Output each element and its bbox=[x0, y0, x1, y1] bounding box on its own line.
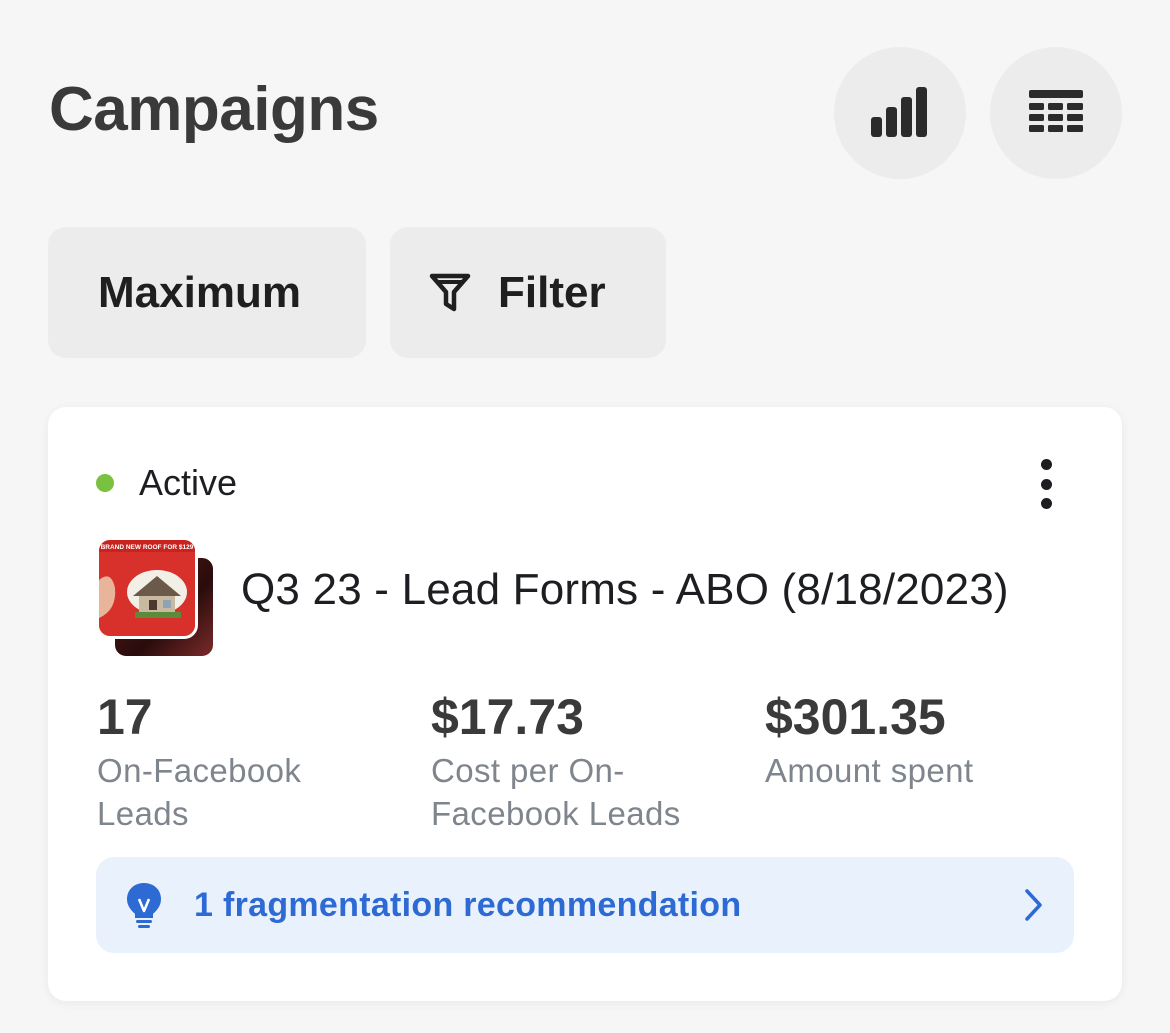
recommendation-text: 1 fragmentation recommendation bbox=[194, 885, 742, 924]
campaign-name[interactable]: Q3 23 - Lead Forms - ABO (8/18/2023) bbox=[241, 565, 1009, 615]
status-row: Active bbox=[96, 462, 237, 504]
recommendation-banner[interactable]: 1 fragmentation recommendation bbox=[96, 857, 1074, 953]
page-title: Campaigns bbox=[49, 75, 379, 144]
metric-leads: 17 On-Facebook Leads bbox=[97, 687, 387, 835]
date-range-label: Maximum bbox=[98, 267, 301, 317]
metric-value: $301.35 bbox=[765, 689, 946, 745]
table-grid-icon bbox=[1029, 90, 1083, 132]
metric-label: On-Facebook Leads bbox=[97, 752, 302, 832]
lightbulb-icon bbox=[124, 881, 164, 929]
bar-chart-icon bbox=[871, 87, 927, 137]
metric-label: Cost per On-Facebook Leads bbox=[431, 752, 681, 832]
charts-view-button[interactable] bbox=[834, 47, 966, 179]
thumbnail-front-image: BRAND NEW ROOF FOR $129 bbox=[96, 537, 198, 639]
status-indicator-dot bbox=[96, 474, 114, 492]
more-options-button[interactable] bbox=[1026, 459, 1066, 509]
campaign-card[interactable]: Active BRAND NEW ROOF FOR $129 Q3 23 - L… bbox=[48, 407, 1122, 1001]
status-label: Active bbox=[139, 462, 238, 503]
metric-amount-spent: $301.35 Amount spent bbox=[765, 687, 1065, 792]
funnel-icon bbox=[428, 271, 472, 315]
campaign-thumbnail: BRAND NEW ROOF FOR $129 bbox=[96, 537, 220, 661]
thumbnail-caption: BRAND NEW ROOF FOR $129 bbox=[101, 544, 194, 551]
chevron-right-icon bbox=[1022, 887, 1046, 928]
page-header: Campaigns bbox=[0, 0, 1170, 210]
metric-value: $17.73 bbox=[431, 689, 584, 745]
table-view-button[interactable] bbox=[990, 47, 1122, 179]
metric-cost-per-lead: $17.73 Cost per On-Facebook Leads bbox=[431, 687, 721, 835]
filter-button[interactable]: Filter bbox=[390, 227, 666, 358]
more-dot bbox=[1040, 459, 1052, 470]
more-dot bbox=[1040, 498, 1052, 509]
filter-label: Filter bbox=[498, 267, 606, 317]
date-range-chip[interactable]: Maximum bbox=[48, 227, 366, 358]
more-dot bbox=[1040, 478, 1052, 490]
metric-label: Amount spent bbox=[765, 752, 974, 789]
metric-value: 17 bbox=[97, 689, 153, 745]
